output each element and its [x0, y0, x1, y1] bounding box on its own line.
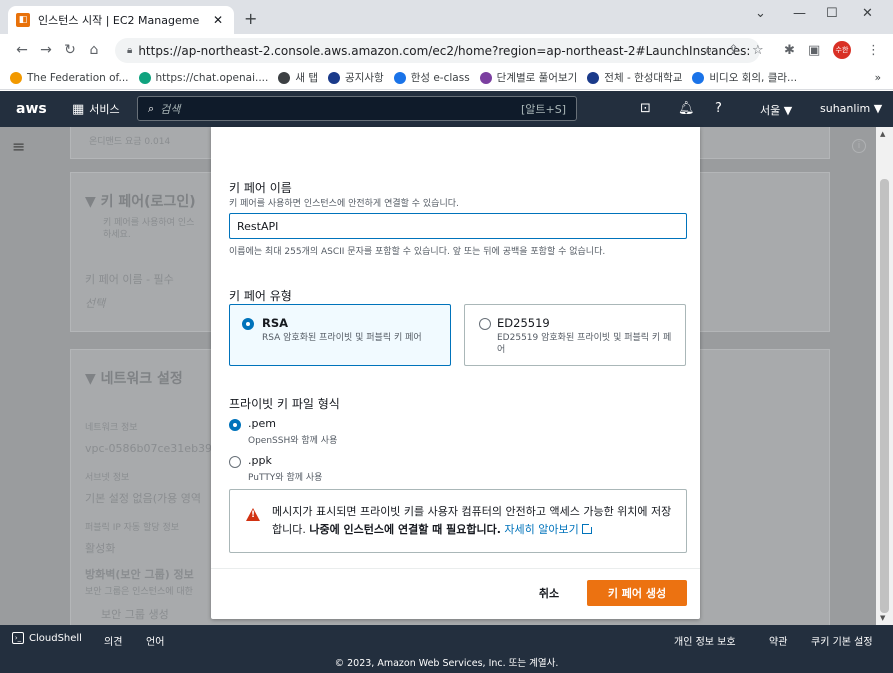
bookmark-icon [393, 71, 406, 84]
bookmark-item[interactable]: https://chat.openai.... [138, 71, 268, 84]
bookmark-item[interactable]: 단계별로 풀어보기 [479, 70, 577, 85]
search-placeholder: 검색 [160, 102, 181, 116]
bookmarks-more[interactable]: » [875, 72, 881, 84]
services-menu[interactable]: ▦ 서비스 [72, 101, 120, 117]
scroll-down-icon[interactable]: ▼ [880, 614, 885, 622]
bookmark-icon [278, 71, 291, 84]
bookmark-icon [10, 71, 22, 84]
bookmark-icon [692, 71, 705, 84]
external-link-icon [581, 522, 594, 534]
bookmark-icon [328, 71, 341, 84]
cloudshell-button[interactable]: ›_ CloudShell [12, 632, 82, 644]
grid-icon: ▦ [72, 101, 85, 117]
key-pair-type-label: 키 페어 유형 [229, 289, 292, 303]
cookie-preferences-link[interactable]: 쿠키 기본 설정 [811, 633, 873, 648]
pem-option-label[interactable]: .pem [248, 417, 276, 430]
privacy-link[interactable]: 개인 정보 보호 [674, 633, 736, 648]
new-tab-button[interactable]: + [244, 9, 257, 28]
key-file-format-label: 프라이빗 키 파일 형식 [229, 397, 340, 411]
bookmark-item[interactable]: 공지사항 [328, 70, 384, 85]
scrollbar-thumb[interactable] [880, 179, 889, 613]
browser-tab-strip: ◧ 인스턴스 시작 | EC2 Manageme ✕ + ⌄ — ☐ ✕ [0, 0, 893, 34]
bookmark-item[interactable]: 비디오 회의, 클라... [692, 70, 797, 85]
warning-icon [246, 508, 260, 521]
lock-icon[interactable]: 🔒︎ [127, 45, 132, 56]
terms-link[interactable]: 약관 [769, 633, 787, 648]
search-shortcut: [알트+S] [520, 102, 566, 116]
bookmark-item[interactable]: 새 탭 [278, 70, 318, 85]
cloudshell-icon[interactable]: ⊡ [640, 101, 651, 116]
profile-avatar[interactable]: 수한 [833, 41, 851, 59]
footer-divider [211, 568, 700, 569]
ed25519-radio[interactable] [479, 318, 491, 330]
ppk-option-desc: PuTTY와 함께 사용 [248, 473, 323, 483]
search-icon: ⌕ [148, 101, 155, 115]
browser-tab[interactable]: ◧ 인스턴스 시작 | EC2 Manageme ✕ [8, 6, 234, 34]
side-panel-icon[interactable]: ▣ [808, 43, 820, 58]
key-pair-name-constraint: 이름에는 최대 255개의 ASCII 문자를 포함할 수 있습니다. 앞 또는… [229, 247, 606, 257]
reload-icon[interactable]: ↻ [58, 42, 82, 58]
key-pair-name-input[interactable] [229, 213, 687, 239]
console-footer: ›_ CloudShell 의견 언어 개인 정보 보호 약관 쿠키 기본 설정… [0, 625, 893, 673]
aws-logo[interactable]: aws [16, 101, 56, 117]
create-key-pair-button[interactable]: 키 페어 생성 [587, 580, 687, 606]
learn-more-link[interactable]: 자세히 알아보기 [504, 522, 594, 536]
notifications-bell-icon[interactable]: 🔔︎ [678, 101, 695, 116]
browser-toolbar: ← → ↻ ⌂ 🔒︎ https://ap-northeast-2.consol… [0, 34, 893, 66]
maximize-icon[interactable]: ☐ [826, 6, 838, 21]
account-menu[interactable]: suhanlim ▼ [820, 102, 882, 115]
ppk-option-label[interactable]: .ppk [248, 454, 272, 467]
bookmark-icon [587, 71, 600, 84]
bookmarks-bar: The Federation of... https://chat.openai… [0, 66, 893, 90]
alert-message: 메시지가 표시되면 프라이빗 키를 사용자 컴퓨터의 안전하고 액세스 가능한 … [272, 505, 672, 536]
copyright-text: © 2023, Amazon Web Services, Inc. 또는 계열사… [334, 658, 559, 669]
share-icon[interactable]: ⇪ [728, 43, 739, 58]
key-type-rsa-option[interactable]: RSA RSA 암호화된 프라이빗 및 퍼블릭 키 페어 [229, 304, 451, 366]
hamburger-menu-icon[interactable]: ≡ [12, 137, 25, 156]
region-selector[interactable]: 서울 ▼ [760, 102, 792, 118]
feedback-link[interactable]: 의견 [104, 633, 122, 648]
pem-radio[interactable] [229, 419, 241, 431]
help-icon[interactable]: ? [715, 101, 722, 116]
page-scrollbar[interactable]: ▲ ▼ [876, 127, 893, 625]
pem-option-desc: OpenSSH와 함께 사용 [248, 436, 338, 446]
scroll-up-icon[interactable]: ▲ [880, 130, 885, 138]
terminal-icon: ›_ [12, 632, 24, 644]
back-icon[interactable]: ← [10, 42, 34, 58]
tab-title: 인스턴스 시작 | EC2 Manageme [38, 14, 200, 27]
save-key-warning-alert: 메시지가 표시되면 프라이빗 키를 사용자 컴퓨터의 안전하고 액세스 가능한 … [229, 489, 687, 553]
bookmark-star-icon[interactable]: ☆ [752, 43, 764, 58]
cancel-button[interactable]: 취소 [527, 580, 571, 606]
language-link[interactable]: 언어 [146, 633, 164, 648]
url-text: https://ap-northeast-2.console.aws.amazo… [138, 43, 751, 58]
key-pair-name-label: 키 페어 이름 [229, 181, 292, 195]
bookmark-item[interactable]: The Federation of... [10, 71, 129, 84]
create-key-pair-modal: 키 페어 이름 키 페어를 사용하면 인스턴스에 안전하게 연결할 수 있습니다… [211, 127, 700, 619]
tab-close-icon[interactable]: ✕ [210, 13, 226, 27]
extensions-icon[interactable]: ✱ [784, 43, 795, 58]
info-icon: i [852, 139, 866, 153]
minimize-icon[interactable]: — [793, 6, 806, 21]
key-pair-name-hint: 키 페어를 사용하면 인스턴스에 안전하게 연결할 수 있습니다. [229, 199, 459, 209]
rsa-radio[interactable] [242, 318, 254, 330]
bookmark-icon [138, 71, 151, 84]
bookmark-item[interactable]: 한성 e-class [393, 70, 470, 85]
ppk-radio[interactable] [229, 456, 241, 468]
forward-icon[interactable]: → [34, 42, 58, 58]
address-bar[interactable]: 🔒︎ https://ap-northeast-2.console.aws.am… [115, 38, 760, 63]
aws-favicon-icon: ◧ [16, 13, 30, 27]
bookmark-icon [479, 71, 492, 84]
zoom-icon[interactable]: ⌕ [705, 43, 712, 58]
home-icon[interactable]: ⌂ [82, 42, 106, 58]
key-type-ed25519-option[interactable]: ED25519 ED25519 암호화된 프라이빗 및 퍼블릭 키 페어 [464, 304, 686, 366]
tab-search-chevron-icon[interactable]: ⌄ [755, 6, 766, 21]
bookmark-item[interactable]: 전체 - 한성대학교 [587, 70, 682, 85]
aws-search-input[interactable]: ⌕ 검색 [알트+S] [137, 96, 577, 121]
window-close-icon[interactable]: ✕ [862, 6, 873, 21]
menu-kebab-icon[interactable]: ⋮ [867, 43, 880, 58]
aws-header: aws ▦ 서비스 ⌕ 검색 [알트+S] ⊡ 🔔︎ ? 서울 ▼ suhanl… [0, 91, 893, 127]
